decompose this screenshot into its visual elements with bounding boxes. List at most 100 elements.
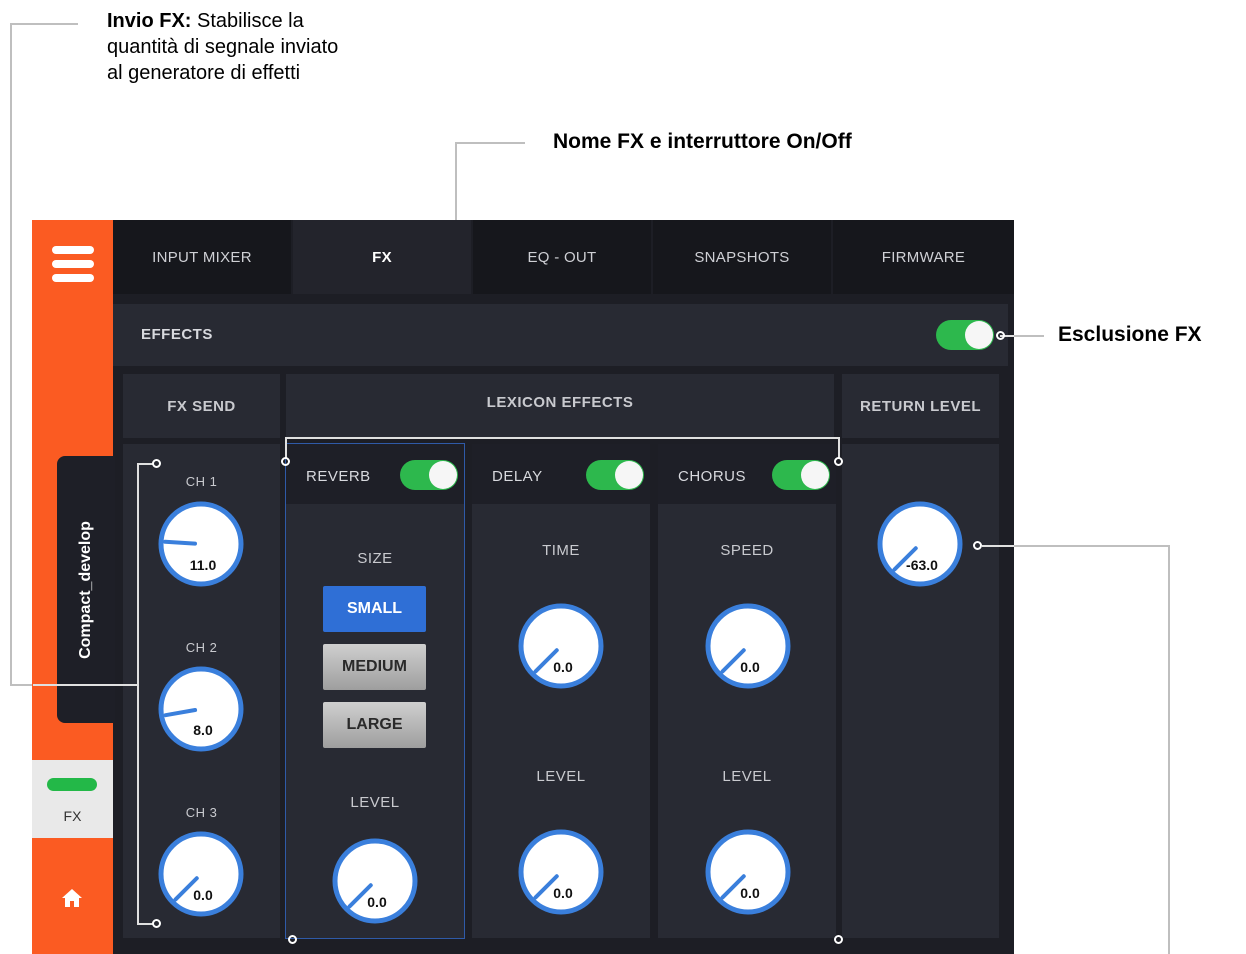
tab-snapshots[interactable]: SNAPSHOTS	[653, 220, 831, 294]
size-large-button[interactable]: LARGE	[323, 702, 426, 748]
knob-ch3[interactable]: 0.0	[157, 830, 245, 923]
delay-time-label: TIME	[542, 542, 580, 559]
knob-dial: -63.0	[877, 501, 963, 587]
reverb-name: REVERB	[306, 468, 371, 485]
knob-dial: 11.0	[158, 501, 244, 587]
marker-dot	[152, 459, 161, 468]
knob-ch2[interactable]: 8.0	[157, 665, 245, 758]
app-window: Compact_develop FX INPUT MIXER FX EQ - O…	[32, 220, 1014, 954]
sidebar: Compact_develop FX	[32, 220, 115, 954]
knob-pointer	[163, 539, 198, 546]
leader-return-link	[982, 545, 1014, 547]
knob-dial: 0.0	[705, 603, 791, 689]
delay-header: DELAY	[472, 444, 650, 504]
leader-return-down	[1168, 545, 1170, 954]
leader-fx-send-top	[10, 23, 78, 25]
chorus-level-label: LEVEL	[722, 768, 772, 785]
size-small-button[interactable]: SMALL	[323, 586, 426, 632]
knob-dial: 0.0	[158, 831, 244, 917]
tab-eq-out[interactable]: EQ - OUT	[473, 220, 651, 294]
annotation-fx-send: Invio FX: Stabilisce la quantità di segn…	[107, 8, 338, 86]
sidebar-item-fx-label: FX	[63, 808, 82, 824]
lexicon-header: LEXICON EFFECTS	[286, 374, 834, 438]
knob-delay-time[interactable]: 0.0	[517, 602, 605, 695]
hamburger-icon[interactable]	[32, 240, 113, 290]
leader-fx-send-left	[10, 23, 12, 686]
size-medium-button[interactable]: MEDIUM	[323, 644, 426, 690]
annotation-fx-bypass: Esclusione FX	[1058, 323, 1202, 346]
tab-firmware[interactable]: FIRMWARE	[833, 220, 1014, 294]
marker-dot	[834, 457, 843, 466]
fx-send-header: FX SEND	[123, 374, 280, 438]
reverb-size-label: SIZE	[357, 550, 393, 567]
knob-value: 0.0	[553, 659, 573, 675]
knob-value: 11.0	[190, 557, 217, 573]
ch2-label: CH 2	[185, 640, 218, 655]
knob-value: 0.0	[740, 885, 760, 901]
delay-name: DELAY	[492, 468, 543, 485]
marker-dot	[152, 919, 161, 928]
top-tabs: INPUT MIXER FX EQ - OUT SNAPSHOTS FIRMWA…	[113, 220, 1014, 294]
tab-label: EQ - OUT	[527, 248, 597, 266]
leader-fx-name-bracket	[285, 437, 839, 439]
leader-fx-send-top-tick	[137, 463, 153, 465]
annotation-fx-send-title: Invio FX:	[107, 10, 192, 32]
knob-value: 0.0	[367, 894, 387, 910]
leader-fx-name-top	[455, 142, 525, 144]
annotation-fx-name-switch: Nome FX e interruttore On/Off	[553, 130, 852, 153]
fx-send-title: FX SEND	[167, 398, 236, 415]
reverb-header: REVERB	[286, 444, 464, 504]
lexicon-title: LEXICON EFFECTS	[486, 394, 634, 411]
knob-value: 0.0	[740, 659, 760, 675]
reverb-toggle[interactable]	[400, 460, 458, 490]
knob-chorus-level[interactable]: 0.0	[704, 828, 792, 921]
tab-label: INPUT MIXER	[152, 248, 252, 266]
fx-status-led	[47, 778, 97, 791]
leader-bracket-right	[838, 437, 840, 459]
chorus-name: CHORUS	[678, 468, 747, 485]
knob-dial: 8.0	[158, 666, 244, 752]
marker-dot	[288, 935, 297, 944]
knob-dial: 0.0	[705, 829, 791, 915]
effects-bypass-toggle[interactable]	[936, 320, 994, 350]
leader-fx-send-link	[33, 684, 138, 686]
device-tab[interactable]: Compact_develop	[57, 456, 115, 723]
knob-return-level[interactable]: -63.0	[876, 500, 964, 593]
tab-fx[interactable]: FX	[293, 220, 471, 294]
sidebar-item-fx[interactable]: FX	[32, 760, 113, 838]
knob-reverb-level[interactable]: 0.0	[331, 837, 419, 930]
knob-value: 0.0	[193, 887, 213, 903]
knob-ch1[interactable]: 11.0	[157, 500, 245, 593]
leader-return-right	[1012, 545, 1170, 547]
knob-chorus-speed[interactable]: 0.0	[704, 602, 792, 695]
reverb-level-label: LEVEL	[350, 794, 400, 811]
tab-label: FIRMWARE	[881, 248, 966, 266]
leader-fx-send-bracket	[137, 463, 139, 925]
delay-toggle[interactable]	[586, 460, 644, 490]
marker-dot	[834, 935, 843, 944]
effects-title: EFFECTS	[141, 326, 213, 343]
knob-delay-level[interactable]: 0.0	[517, 828, 605, 921]
leader-fx-name-down	[455, 142, 457, 222]
marker-dot	[996, 331, 1005, 340]
home-icon[interactable]	[61, 888, 83, 908]
effects-header: EFFECTS	[113, 304, 1008, 366]
device-name: Compact_develop	[77, 520, 94, 659]
annotation-fx-send-desc-3: al generatore di effetti	[107, 62, 301, 84]
leader-bypass	[1012, 335, 1044, 337]
marker-dot	[973, 541, 982, 550]
annotation-fx-send-desc-1: Stabilisce la	[197, 10, 304, 32]
chorus-toggle[interactable]	[772, 460, 830, 490]
tab-input-mixer[interactable]: INPUT MIXER	[113, 220, 291, 294]
leader-fx-send-bottom-tick	[137, 923, 153, 925]
marker-dot	[281, 457, 290, 466]
leader-bracket-left	[285, 437, 287, 459]
chorus-header: CHORUS	[658, 444, 836, 504]
knob-value: 0.0	[553, 885, 573, 901]
knob-value: -63.0	[906, 557, 938, 573]
knob-dial: 0.0	[518, 603, 604, 689]
ch3-label: CH 3	[185, 805, 218, 820]
ch1-label: CH 1	[185, 474, 218, 489]
return-level-header: RETURN LEVEL	[842, 374, 999, 438]
delay-level-label: LEVEL	[536, 768, 586, 785]
